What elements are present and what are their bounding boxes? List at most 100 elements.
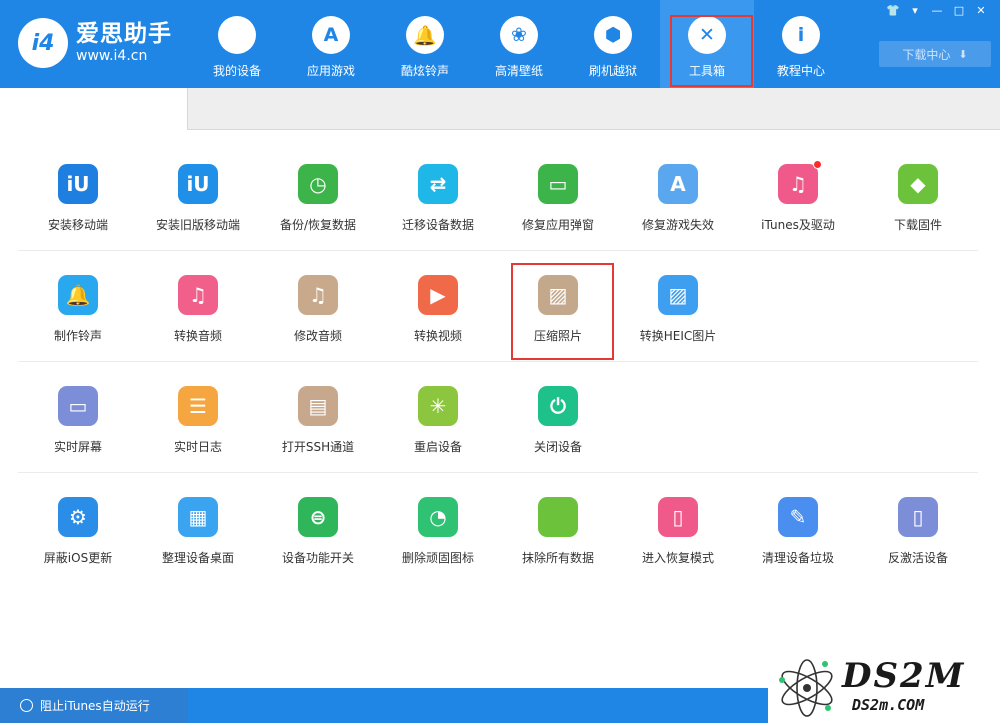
tool-i4-legacy-app[interactable]: iU 安装旧版移动端 bbox=[138, 140, 258, 250]
tab-active[interactable] bbox=[0, 88, 188, 130]
tool-itunes[interactable]: ♫ iTunes及驱动 bbox=[738, 140, 858, 250]
nav-item-bell[interactable]: 🔔 酷炫铃声 bbox=[378, 0, 472, 88]
dropbox-icon: ⬢ bbox=[594, 16, 632, 54]
tool-glyph: ♫ bbox=[189, 283, 207, 307]
tool-glyph: ▯ bbox=[912, 505, 924, 529]
tool-glyph: ▯ bbox=[672, 505, 684, 529]
tool-block-update-gear[interactable]: ⚙ 屏蔽iOS更新 bbox=[18, 473, 138, 584]
tool-desktop-grid[interactable]: ▦ 整理设备桌面 bbox=[138, 473, 258, 584]
tool-music-convert[interactable]: ♫ 转换音频 bbox=[138, 251, 258, 361]
tool-glyph: ▤ bbox=[308, 394, 328, 418]
tool-label: 安装移动端 bbox=[47, 218, 108, 232]
tool-firmware-cube[interactable]: ◆ 下载固件 bbox=[858, 140, 978, 250]
video-convert-icon: ▶ bbox=[418, 275, 458, 315]
nav-label: 工具箱 bbox=[688, 64, 725, 78]
tool-label: 进入恢复模式 bbox=[641, 551, 714, 565]
recovery-mode-icon: ▯ bbox=[658, 497, 698, 537]
erase-apple-icon bbox=[538, 497, 578, 537]
nav-item-app-store[interactable]: A 应用游戏 bbox=[284, 0, 378, 88]
tool-pie-delete[interactable]: ◔ 删除顽固图标 bbox=[378, 473, 498, 584]
tool-label: 删除顽固图标 bbox=[401, 551, 474, 565]
notification-dot bbox=[813, 160, 822, 169]
tool-glyph: ⚙ bbox=[69, 505, 87, 529]
nav-item-apple[interactable]: 我的设备 bbox=[190, 0, 284, 88]
nav-item-dropbox[interactable]: ⬢ 刷机越狱 bbox=[566, 0, 660, 88]
tool-label: 制作铃声 bbox=[53, 329, 102, 343]
tool-ringtone-bell[interactable]: 🔔 制作铃声 bbox=[18, 251, 138, 361]
apple-id-icon: ▭ bbox=[538, 164, 578, 204]
tool-recovery-mode[interactable]: ▯ 进入恢复模式 bbox=[618, 473, 738, 584]
bell-icon: 🔔 bbox=[406, 16, 444, 54]
tool-label: 修复应用弹窗 bbox=[521, 218, 594, 232]
tool-row: 🔔 制作铃声 ♫ 转换音频 ♫ 修改音频 ▶ 转换视频 ▨ 压缩照片 ▨ 转换HEIC图片 bbox=[18, 251, 978, 362]
tool-label: 实时日志 bbox=[173, 440, 222, 454]
i4-logo-icon: i4 bbox=[18, 18, 68, 68]
block-itunes-toggle[interactable]: 阻止iTunes自动运行 bbox=[0, 688, 188, 723]
tool-toggle-switch[interactable]: ⊜ 设备功能开关 bbox=[258, 473, 378, 584]
nav-item-tools[interactable]: ✕ 工具箱 bbox=[660, 0, 754, 88]
nav-item-info[interactable]: i 教程中心 bbox=[754, 0, 848, 88]
nav-item-flower[interactable]: ❀ 高清壁纸 bbox=[472, 0, 566, 88]
toolbox-grid: iU 安装移动端 iU 安装旧版移动端 ◷ 备份/恢复数据 ⇄ 迁移设备数据 ▭ 修复应用弹窗 A 修… bbox=[18, 140, 978, 584]
tool-migrate-devices[interactable]: ⇄ 迁移设备数据 bbox=[378, 140, 498, 250]
download-center-button[interactable]: 下载中心 ⬇ bbox=[879, 41, 991, 67]
tool-label: 清理设备垃圾 bbox=[761, 551, 834, 565]
tool-label: 安装旧版移动端 bbox=[155, 218, 240, 232]
restart-icon: ✳ bbox=[418, 386, 458, 426]
minimize-icon[interactable]: — bbox=[926, 3, 948, 19]
tool-glyph: iU bbox=[66, 172, 90, 196]
tool-backup-clock[interactable]: ◷ 备份/恢复数据 bbox=[258, 140, 378, 250]
tool-video-convert[interactable]: ▶ 转换视频 bbox=[378, 251, 498, 361]
tool-label: 下载固件 bbox=[893, 218, 942, 232]
tool-glyph: A bbox=[670, 172, 686, 196]
tool-log-document[interactable]: ☰ 实时日志 bbox=[138, 362, 258, 472]
tool-heic-convert[interactable]: ▨ 转换HEIC图片 bbox=[618, 251, 738, 361]
tool-i4-app[interactable]: iU 安装移动端 bbox=[18, 140, 138, 250]
broom-clean-icon: ✎ bbox=[778, 497, 818, 537]
ringtone-bell-icon: 🔔 bbox=[58, 275, 98, 315]
tool-label: 抹除所有数据 bbox=[521, 551, 594, 565]
radio-circle-icon bbox=[20, 699, 33, 712]
nav-label: 酷炫铃声 bbox=[400, 64, 449, 78]
watermark-sub-text: DS2m.COM bbox=[852, 696, 925, 714]
tool-glyph: ⊜ bbox=[309, 505, 327, 529]
tool-glyph: ▦ bbox=[188, 505, 208, 529]
apple-icon bbox=[218, 16, 256, 54]
music-edit-icon: ♫ bbox=[298, 275, 338, 315]
watermark-main-text: DS2M bbox=[842, 656, 966, 696]
tool-glyph: ▶ bbox=[430, 283, 446, 307]
tool-label: 屏蔽iOS更新 bbox=[43, 551, 113, 565]
pie-delete-icon: ◔ bbox=[418, 497, 458, 537]
menu-icon[interactable]: ▾ bbox=[904, 3, 926, 19]
tool-music-edit[interactable]: ♫ 修改音频 bbox=[258, 251, 378, 361]
tool-app-store-repair[interactable]: A 修复游戏失效 bbox=[618, 140, 738, 250]
tool-ssh-terminal[interactable]: ▤ 打开SSH通道 bbox=[258, 362, 378, 472]
close-icon[interactable]: ✕ bbox=[970, 3, 992, 19]
tool-glyph: iU bbox=[186, 172, 210, 196]
tool-row: ⚙ 屏蔽iOS更新 ▦ 整理设备桌面 ⊜ 设备功能开关 ◔ 删除顽固图标 抹除所有数据 ▯ 进入恢复… bbox=[18, 473, 978, 584]
tool-apple-id[interactable]: ▭ 修复应用弹窗 bbox=[498, 140, 618, 250]
tool-label: 关闭设备 bbox=[533, 440, 582, 454]
app-store-repair-icon: A bbox=[658, 164, 698, 204]
logo-text: 爱思助手 www.i4.cn bbox=[76, 21, 172, 65]
skin-icon[interactable]: 👕 bbox=[882, 3, 904, 19]
tool-restart[interactable]: ✳ 重启设备 bbox=[378, 362, 498, 472]
download-center-label: 下载中心 bbox=[902, 47, 951, 62]
tool-photo-compress[interactable]: ▨ 压缩照片 bbox=[498, 251, 618, 361]
backup-clock-icon: ◷ bbox=[298, 164, 338, 204]
tool-row: iU 安装移动端 iU 安装旧版移动端 ◷ 备份/恢复数据 ⇄ 迁移设备数据 ▭ 修复应用弹窗 A 修… bbox=[18, 140, 978, 251]
atom-watermark-icon bbox=[779, 659, 833, 717]
nav-label: 我的设备 bbox=[212, 64, 261, 78]
tool-glyph: ▭ bbox=[68, 394, 88, 418]
maximize-icon[interactable]: □ bbox=[948, 3, 970, 19]
i4-legacy-app-icon: iU bbox=[178, 164, 218, 204]
tool-glyph: ♫ bbox=[789, 172, 807, 196]
tool-broom-clean[interactable]: ✎ 清理设备垃圾 bbox=[738, 473, 858, 584]
tool-monitor[interactable]: ▭ 实时屏幕 bbox=[18, 362, 138, 472]
tool-deactivate-device[interactable]: ▯ 反激活设备 bbox=[858, 473, 978, 584]
tools-icon: ✕ bbox=[688, 16, 726, 54]
tool-power[interactable]: ⏻ 关闭设备 bbox=[498, 362, 618, 472]
flower-icon: ❀ bbox=[500, 16, 538, 54]
app-logo: i4 爱思助手 www.i4.cn bbox=[18, 18, 172, 68]
tool-erase-apple[interactable]: 抹除所有数据 bbox=[498, 473, 618, 584]
